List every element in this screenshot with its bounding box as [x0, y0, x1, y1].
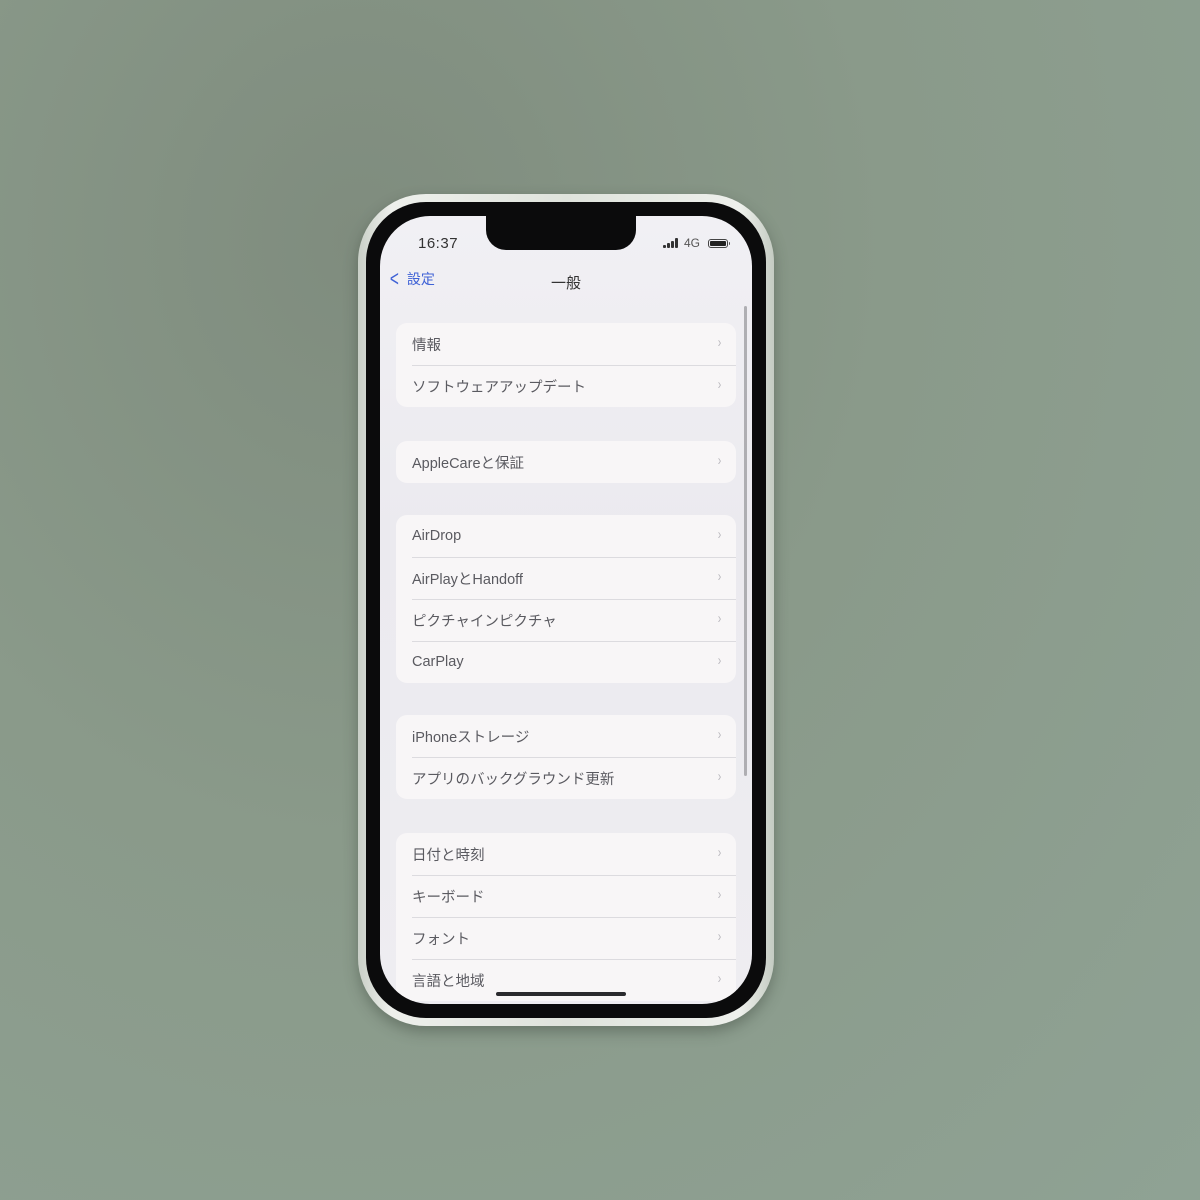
chevron-right-icon: ›: [717, 568, 722, 585]
phone-frame: 16:37 4G < 設定 一般 情報 › ソフトウェアアップデート › App…: [358, 194, 774, 1026]
settings-group-about: 情報 › ソフトウェアアップデート ›: [396, 323, 736, 407]
list-item-fonts[interactable]: フォント ›: [396, 917, 736, 959]
row-label: AirDrop: [412, 528, 462, 544]
list-item-picture-in-picture[interactable]: ピクチャインピクチャ ›: [396, 599, 736, 641]
settings-group-regional: 日付と時刻 › キーボード › フォント › 言語と地域 ›: [396, 833, 736, 1001]
row-label: ピクチャインピクチャ: [412, 613, 557, 630]
list-item-date-time[interactable]: 日付と時刻 ›: [396, 833, 736, 875]
row-label: ソフトウェアアップデート: [412, 379, 586, 396]
list-item-applecare[interactable]: AppleCareと保証 ›: [396, 441, 736, 483]
row-label: iPhoneストレージ: [412, 729, 530, 746]
row-label: キーボード: [412, 889, 485, 906]
status-indicators: 4G: [663, 236, 730, 250]
chevron-right-icon: ›: [717, 526, 722, 543]
list-item-software-update[interactable]: ソフトウェアアップデート ›: [396, 365, 736, 407]
row-label: AppleCareと保証: [412, 455, 525, 472]
status-time: 16:37: [418, 235, 459, 252]
chevron-right-icon: ›: [717, 610, 722, 627]
row-label: 言語と地域: [412, 973, 485, 990]
battery-icon: [708, 238, 730, 248]
phone-screen: 16:37 4G < 設定 一般 情報 › ソフトウェアアップデート › App…: [380, 216, 752, 1004]
chevron-right-icon: ›: [717, 452, 722, 469]
settings-group-connectivity: AirDrop › AirPlayとHandoff › ピクチャインピクチャ ›…: [396, 515, 736, 683]
row-label: CarPlay: [412, 654, 464, 670]
row-label: 日付と時刻: [412, 847, 485, 864]
list-item-airplay-handoff[interactable]: AirPlayとHandoff ›: [396, 557, 736, 599]
row-label: アプリのバックグラウンド更新: [412, 771, 615, 788]
chevron-right-icon: ›: [717, 652, 722, 669]
chevron-right-icon: ›: [717, 970, 722, 987]
page-title: 一般: [550, 275, 581, 292]
chevron-right-icon: ›: [717, 768, 722, 785]
signal-icon: [663, 238, 678, 248]
chevron-right-icon: ›: [717, 844, 722, 861]
list-item-about[interactable]: 情報 ›: [396, 323, 736, 365]
row-label: フォント: [412, 931, 470, 948]
chevron-right-icon: ›: [717, 376, 722, 393]
row-label: AirPlayとHandoff: [412, 571, 523, 588]
chevron-right-icon: ›: [717, 928, 722, 945]
list-item-carplay[interactable]: CarPlay ›: [396, 641, 736, 683]
chevron-right-icon: ›: [717, 886, 722, 903]
list-item-background-app-refresh[interactable]: アプリのバックグラウンド更新 ›: [396, 757, 736, 799]
row-label: 情報: [412, 337, 441, 354]
scrollbar[interactable]: [744, 306, 747, 776]
list-item-keyboard[interactable]: キーボード ›: [396, 875, 736, 917]
network-type: 4G: [683, 236, 700, 250]
chevron-right-icon: ›: [717, 726, 722, 743]
settings-group-storage: iPhoneストレージ › アプリのバックグラウンド更新 ›: [396, 715, 736, 799]
list-item-airdrop[interactable]: AirDrop ›: [396, 515, 736, 557]
notch: [486, 216, 636, 250]
home-indicator[interactable]: [496, 992, 626, 996]
phone-bezel: 16:37 4G < 設定 一般 情報 › ソフトウェアアップデート › App…: [366, 202, 766, 1018]
settings-group-applecare: AppleCareと保証 ›: [396, 441, 736, 483]
list-item-iphone-storage[interactable]: iPhoneストレージ ›: [396, 715, 736, 757]
navigation-bar: < 設定 一般: [380, 266, 752, 296]
chevron-right-icon: ›: [717, 334, 722, 351]
